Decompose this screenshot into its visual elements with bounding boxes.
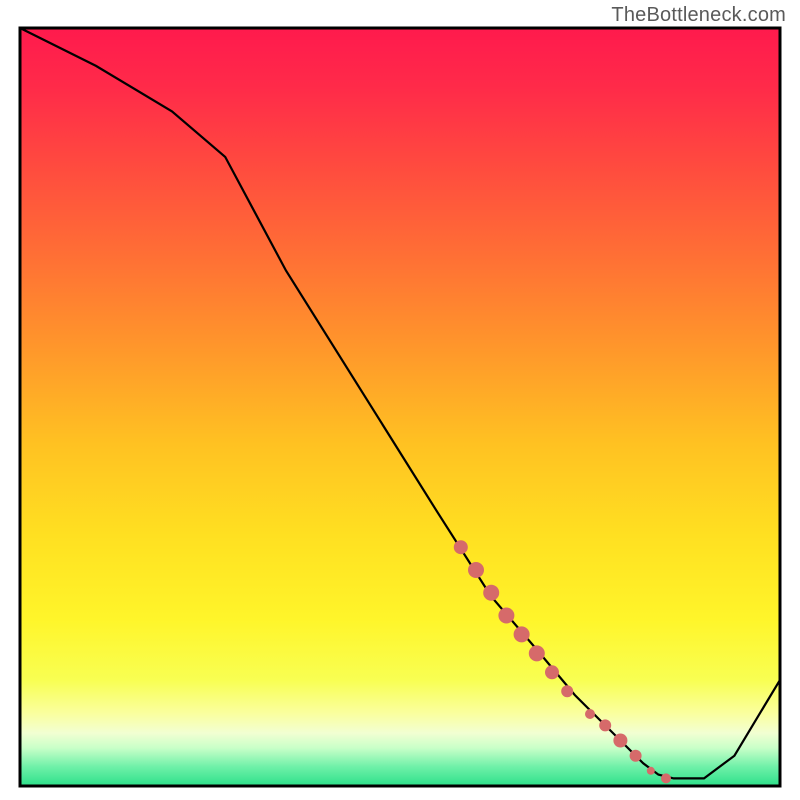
plot-background	[20, 28, 780, 786]
chart-marker	[661, 773, 671, 783]
chart-marker	[585, 709, 595, 719]
chart-marker	[529, 645, 545, 661]
chart-container: TheBottleneck.com	[0, 0, 800, 800]
chart-marker	[561, 685, 573, 697]
watermark-text: TheBottleneck.com	[611, 4, 786, 27]
chart-marker	[498, 608, 514, 624]
chart-marker	[599, 719, 611, 731]
chart-marker	[647, 767, 655, 775]
chart-marker	[630, 750, 642, 762]
bottleneck-chart	[0, 0, 800, 800]
chart-marker	[613, 734, 627, 748]
chart-marker	[483, 585, 499, 601]
chart-marker	[454, 540, 468, 554]
chart-marker	[468, 562, 484, 578]
chart-marker	[514, 626, 530, 642]
chart-marker	[545, 665, 559, 679]
